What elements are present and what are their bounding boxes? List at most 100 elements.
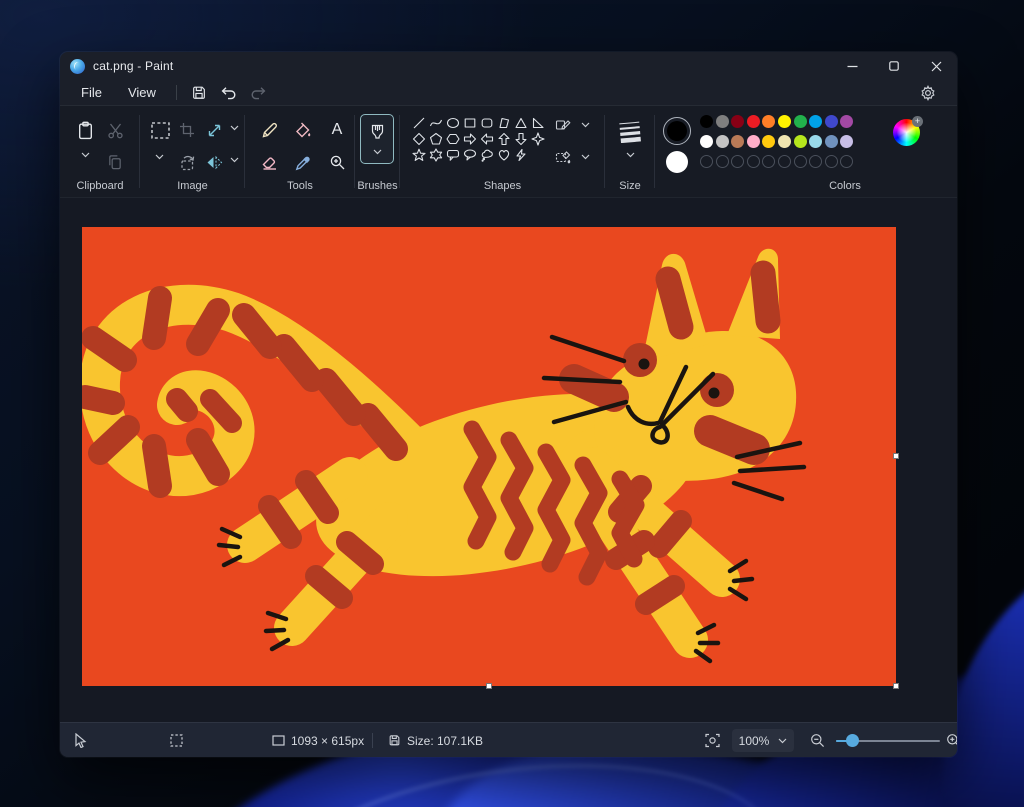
shape-lightning[interactable] bbox=[512, 147, 529, 163]
palette-color-#7f7f7f[interactable] bbox=[716, 115, 729, 128]
pencil-tool[interactable] bbox=[256, 117, 282, 143]
palette-color-#3f48cc[interactable] bbox=[825, 115, 838, 128]
shape-callout-rounded[interactable] bbox=[444, 147, 461, 163]
canvas-resize-handle-corner[interactable] bbox=[893, 683, 899, 689]
size-dropdown-chevron[interactable] bbox=[623, 150, 637, 160]
maximize-button[interactable] bbox=[873, 52, 915, 80]
palette-empty-slot-4[interactable] bbox=[747, 155, 760, 168]
select-button[interactable] bbox=[147, 117, 173, 143]
minimize-button[interactable] bbox=[831, 52, 873, 80]
resize-dropdown-chevron[interactable] bbox=[227, 123, 241, 133]
shape-line[interactable] bbox=[410, 115, 427, 131]
shape-star-4[interactable] bbox=[529, 131, 546, 147]
save-button[interactable] bbox=[184, 82, 214, 104]
file-menu[interactable]: File bbox=[68, 82, 115, 103]
palette-empty-slot-5[interactable] bbox=[762, 155, 775, 168]
redo-button[interactable] bbox=[244, 82, 274, 104]
palette-color-#7092be[interactable] bbox=[825, 135, 838, 148]
shape-arrow-up[interactable] bbox=[495, 131, 512, 147]
shape-heart[interactable] bbox=[495, 147, 512, 163]
brushes-button[interactable] bbox=[360, 114, 394, 164]
zoom-to-fit-button[interactable] bbox=[705, 723, 720, 757]
palette-color-#efe4b0[interactable] bbox=[778, 135, 791, 148]
titlebar[interactable]: cat.png - Paint bbox=[60, 52, 957, 80]
shape-arrow-right[interactable] bbox=[461, 131, 478, 147]
palette-color-#c3c3c3[interactable] bbox=[716, 135, 729, 148]
close-button[interactable] bbox=[915, 52, 957, 80]
zoom-level-dropdown[interactable]: 100% bbox=[732, 729, 794, 752]
palette-color-#ffc90e[interactable] bbox=[762, 135, 775, 148]
shape-rectangle[interactable] bbox=[461, 115, 478, 131]
palette-empty-slot-7[interactable] bbox=[794, 155, 807, 168]
shape-star-6[interactable] bbox=[427, 147, 444, 163]
palette-color-#b97a57[interactable] bbox=[731, 135, 744, 148]
palette-color-#99d9ea[interactable] bbox=[809, 135, 822, 148]
shape-arrow-left[interactable] bbox=[478, 131, 495, 147]
palette-color-#ffffff[interactable] bbox=[700, 135, 713, 148]
shape-curve[interactable] bbox=[427, 115, 444, 131]
resize-button[interactable] bbox=[201, 117, 227, 143]
palette-empty-slot-6[interactable] bbox=[778, 155, 791, 168]
palette-empty-slot-1[interactable] bbox=[700, 155, 713, 168]
palette-empty-slot-2[interactable] bbox=[716, 155, 729, 168]
shape-arrow-down[interactable] bbox=[512, 131, 529, 147]
shape-polygon[interactable] bbox=[495, 115, 512, 131]
color-2-swatch[interactable] bbox=[666, 151, 688, 173]
shape-callout-cloud[interactable] bbox=[478, 147, 495, 163]
eraser-tool[interactable] bbox=[256, 149, 282, 175]
select-dropdown-chevron[interactable] bbox=[152, 152, 166, 162]
settings-gear-icon[interactable] bbox=[913, 82, 943, 104]
magnifier-tool[interactable] bbox=[324, 149, 350, 175]
rotate-button[interactable] bbox=[174, 149, 200, 175]
shape-hexagon[interactable] bbox=[444, 131, 461, 147]
shape-rounded-rectangle[interactable] bbox=[478, 115, 495, 131]
flip-dropdown-chevron[interactable] bbox=[227, 155, 241, 165]
drawing-canvas[interactable] bbox=[82, 227, 896, 686]
fill-tool[interactable] bbox=[290, 117, 316, 143]
palette-color-#22b14c[interactable] bbox=[794, 115, 807, 128]
palette-empty-slot-10[interactable] bbox=[840, 155, 853, 168]
cut-button[interactable] bbox=[102, 117, 128, 143]
palette-color-#00a2e8[interactable] bbox=[809, 115, 822, 128]
palette-color-#ff7f27[interactable] bbox=[762, 115, 775, 128]
shape-diamond[interactable] bbox=[410, 131, 427, 147]
fill-dropdown-chevron[interactable] bbox=[578, 152, 592, 162]
zoom-out-button[interactable] bbox=[810, 723, 825, 757]
palette-color-#fff200[interactable] bbox=[778, 115, 791, 128]
canvas-resize-handle-right[interactable] bbox=[893, 453, 899, 459]
shape-pentagon[interactable] bbox=[427, 131, 444, 147]
crop-button[interactable] bbox=[174, 117, 200, 143]
palette-color-#880015[interactable] bbox=[731, 115, 744, 128]
zoom-slider[interactable] bbox=[836, 740, 940, 742]
shape-right-triangle[interactable] bbox=[529, 115, 546, 131]
palette-color-#b5e61d[interactable] bbox=[794, 135, 807, 148]
copy-button[interactable] bbox=[102, 149, 128, 175]
palette-color-#ffaec9[interactable] bbox=[747, 135, 760, 148]
palette-color-#a349a4[interactable] bbox=[840, 115, 853, 128]
shape-fill-button[interactable] bbox=[552, 146, 574, 168]
palette-empty-slot-9[interactable] bbox=[825, 155, 838, 168]
zoom-slider-handle[interactable] bbox=[846, 734, 859, 747]
paste-button[interactable] bbox=[72, 117, 98, 143]
color-1-swatch[interactable] bbox=[663, 117, 691, 145]
palette-color-#c8bfe7[interactable] bbox=[840, 135, 853, 148]
canvas-resize-handle-bottom[interactable] bbox=[486, 683, 492, 689]
palette-empty-slot-3[interactable] bbox=[731, 155, 744, 168]
shape-triangle[interactable] bbox=[512, 115, 529, 131]
shape-ellipse[interactable] bbox=[444, 115, 461, 131]
palette-empty-slot-8[interactable] bbox=[809, 155, 822, 168]
shape-callout-oval[interactable] bbox=[461, 147, 478, 163]
palette-color-#ed1c24[interactable] bbox=[747, 115, 760, 128]
view-menu[interactable]: View bbox=[115, 82, 169, 103]
size-button[interactable] bbox=[615, 118, 645, 144]
text-tool[interactable]: A bbox=[324, 117, 350, 143]
zoom-in-button[interactable] bbox=[946, 723, 957, 757]
shape-outline-button[interactable] bbox=[552, 114, 574, 136]
color-picker-tool[interactable] bbox=[290, 149, 316, 175]
palette-color-#000000[interactable] bbox=[700, 115, 713, 128]
outline-dropdown-chevron[interactable] bbox=[578, 120, 592, 130]
flip-button[interactable] bbox=[201, 149, 227, 175]
shape-star-5[interactable] bbox=[410, 147, 427, 163]
paste-dropdown-chevron[interactable] bbox=[78, 150, 92, 160]
undo-button[interactable] bbox=[214, 82, 244, 104]
